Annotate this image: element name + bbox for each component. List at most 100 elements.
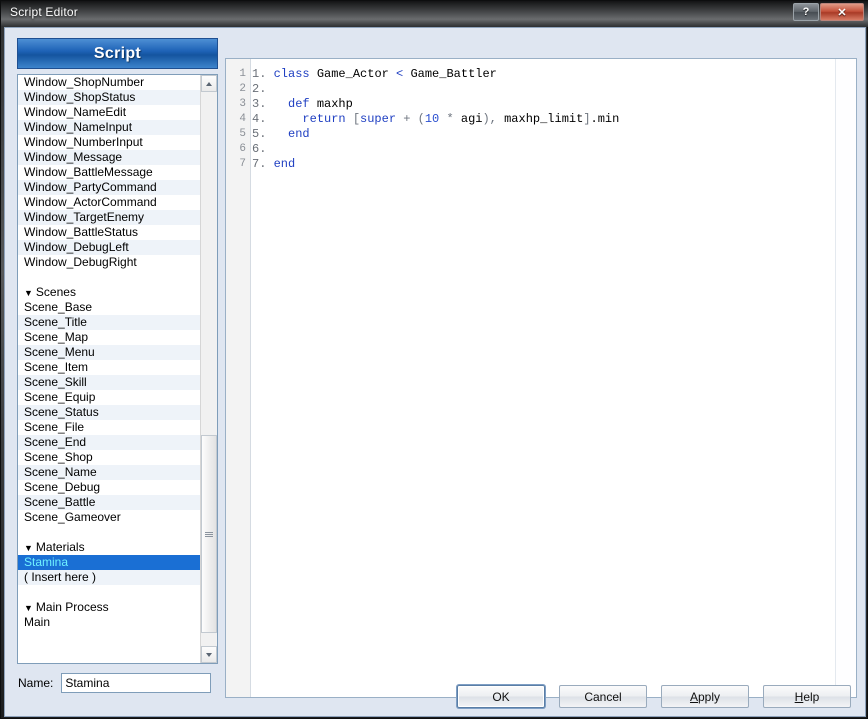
code-token: super — [360, 112, 397, 126]
line-number: 4 — [239, 113, 246, 125]
list-item[interactable]: Window_BattleMessage — [18, 165, 200, 180]
list-separator — [18, 270, 200, 285]
window-frame: Script Editor ? ✕ Script Window_ShopNumb… — [0, 0, 868, 719]
code-line[interactable]: 5. end — [252, 127, 834, 142]
script-panel-header: Script — [17, 38, 218, 69]
code-token: [ — [352, 112, 361, 126]
list-item[interactable]: Window_ShopStatus — [18, 90, 200, 105]
help-button[interactable]: Help — [763, 685, 851, 708]
list-item[interactable]: Scene_End — [18, 435, 200, 450]
list-item[interactable]: Window_DebugLeft — [18, 240, 200, 255]
code-token: return — [273, 112, 353, 126]
list-item[interactable]: Window_NameInput — [18, 120, 200, 135]
list-group-label: Materials — [35, 540, 85, 554]
list-item[interactable]: Window_BattleStatus — [18, 225, 200, 240]
list-group-header[interactable]: ▼ Materials — [18, 540, 200, 555]
script-list-scrollbar[interactable] — [200, 75, 217, 663]
list-item[interactable]: Scene_File — [18, 420, 200, 435]
script-list[interactable]: Window_ShopNumber Window_ShopStatus Window… — [17, 74, 218, 664]
code-token: ), — [482, 112, 505, 126]
apply-button[interactable]: Apply — [661, 685, 749, 708]
list-item[interactable]: Scene_Equip — [18, 390, 200, 405]
list-item[interactable]: Scene_Name — [18, 465, 200, 480]
code-token: + ( — [396, 112, 425, 126]
button-accesskey: A — [689, 689, 698, 704]
dialog-client-area: Script Window_ShopNumber Window_ShopStatu… — [4, 27, 866, 717]
window-title: Script Editor — [10, 5, 78, 19]
script-panel-title: Script — [93, 44, 142, 62]
scroll-down-icon[interactable] — [201, 646, 217, 663]
button-accesskey: H — [794, 689, 804, 704]
list-item[interactable]: Scene_Menu — [18, 345, 200, 360]
code-token: class — [273, 67, 317, 81]
list-item[interactable]: Window_NameEdit — [18, 105, 200, 120]
button-label: elp — [803, 689, 820, 704]
button-label: pply — [698, 689, 721, 704]
list-group-label: Scenes — [35, 285, 76, 299]
code-token: end — [273, 127, 310, 141]
scrollbar-thumb[interactable] — [201, 435, 217, 633]
list-item[interactable]: Scene_Skill — [18, 375, 200, 390]
list-group-header[interactable]: ▼ Main Process — [18, 600, 200, 615]
list-item[interactable]: Window_NumberInput — [18, 135, 200, 150]
list-item[interactable]: Window_PartyCommand — [18, 180, 200, 195]
code-line-marker: 6. — [252, 142, 274, 156]
caret-down-icon: ▼ — [24, 543, 33, 553]
code-line-marker: 1. — [252, 67, 274, 81]
list-item[interactable]: Scene_Map — [18, 330, 200, 345]
list-item[interactable]: Scene_Gameover — [18, 510, 200, 525]
list-item[interactable]: ( Insert here ) — [18, 570, 200, 585]
code-token: maxhp_limit — [504, 112, 584, 126]
caret-down-icon: ▼ — [24, 603, 33, 613]
code-token: * — [439, 112, 461, 126]
list-item[interactable]: Scene_Debug — [18, 480, 200, 495]
list-item[interactable]: Scene_Shop — [18, 450, 200, 465]
cancel-button[interactable]: Cancel — [559, 685, 647, 708]
code-line[interactable]: 1. class Game_Actor < Game_Battler — [252, 67, 834, 82]
list-item[interactable]: Window_Message — [18, 150, 200, 165]
title-bar: Script Editor ? ✕ — [1, 1, 868, 27]
code-line-marker: 2. — [252, 82, 274, 96]
button-label: Cancel — [584, 689, 622, 704]
list-item[interactable]: Main — [18, 615, 200, 630]
list-item-selected[interactable]: Stamina — [18, 555, 200, 570]
code-token: Game_Battler — [410, 67, 497, 81]
code-line[interactable]: 2. — [252, 82, 834, 97]
list-item[interactable]: Scene_Battle — [18, 495, 200, 510]
dialog-button-row: OK Cancel Apply Help — [5, 685, 867, 708]
code-editor[interactable]: 1 2 3 4 5 6 7 1. class Game_Actor < Game_Battl… — [225, 58, 857, 698]
code-token: Game_Actor — [316, 67, 397, 81]
line-number: 3 — [239, 98, 246, 110]
list-item[interactable]: Window_ActorCommand — [18, 195, 200, 210]
ok-button[interactable]: OK — [457, 685, 545, 708]
line-number: 7 — [239, 158, 246, 170]
code-line[interactable]: 6. — [252, 142, 834, 157]
list-item[interactable]: Window_DebugRight — [18, 255, 200, 270]
list-item[interactable]: Scene_Status — [18, 405, 200, 420]
code-token: < — [396, 67, 411, 81]
code-token: ] — [583, 112, 591, 126]
script-list-viewport: Window_ShopNumber Window_ShopStatus Window… — [18, 75, 200, 663]
line-number: 1 — [239, 68, 246, 80]
list-item[interactable]: Scene_Base — [18, 300, 200, 315]
list-item[interactable]: Window_ShopNumber — [18, 75, 200, 90]
help-icon[interactable]: ? — [793, 3, 819, 21]
line-number-gutter: 1 2 3 4 5 6 7 — [226, 59, 251, 697]
list-separator — [18, 585, 200, 600]
code-line[interactable]: 4. return [super + (10 * agi), maxhp_lim… — [252, 112, 834, 127]
list-group-header[interactable]: ▼ Scenes — [18, 285, 200, 300]
code-line-marker: 5. — [252, 127, 274, 141]
code-token: .min — [590, 112, 620, 126]
list-item[interactable]: Window_TargetEnemy — [18, 210, 200, 225]
code-line[interactable]: 3. def maxhp — [252, 97, 834, 112]
code-token: maxhp — [316, 97, 353, 111]
line-number: 2 — [239, 83, 246, 95]
close-icon[interactable]: ✕ — [820, 3, 864, 21]
scroll-up-icon[interactable] — [201, 75, 217, 92]
list-item[interactable]: Scene_Item — [18, 360, 200, 375]
list-item[interactable]: Scene_Title — [18, 315, 200, 330]
code-line[interactable]: 7. end — [252, 157, 834, 172]
button-label: OK — [492, 689, 510, 704]
list-group-label: Main Process — [35, 600, 109, 614]
code-content[interactable]: 1. class Game_Actor < Game_Battler 2. 3. … — [252, 59, 834, 697]
